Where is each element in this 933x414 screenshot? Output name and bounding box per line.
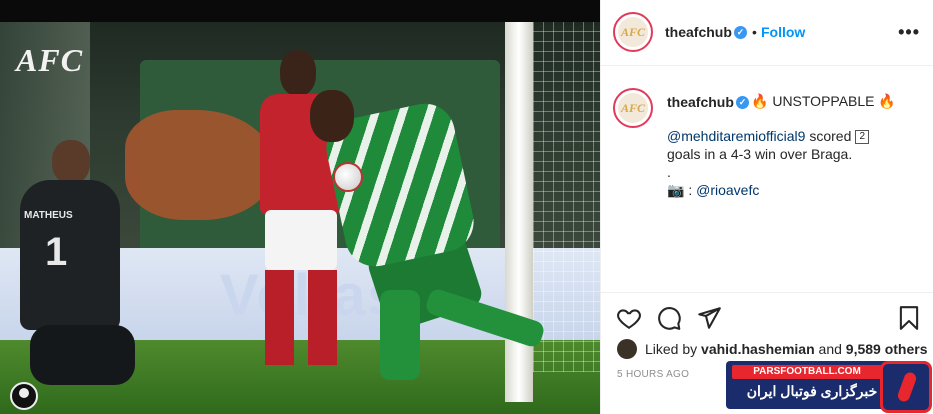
action-bar [601,292,933,340]
caption-username[interactable]: theafchub [667,94,734,110]
football-icon [333,162,363,192]
watermark-site: PARSFOOTBALL.COM [732,365,882,379]
tagged-user-icon[interactable] [10,382,38,410]
verified-badge-icon: ✓ [736,96,749,109]
caption-avatar-logo: AFC [618,93,648,123]
photo-top-bar [0,0,600,22]
caption-line-1: @mehditaremiofficial9 scored 2 [667,127,922,145]
goalkeeper-figure: MATHEUS 1 [10,140,140,390]
fire-icon: 🔥 [878,93,896,109]
liker-username[interactable]: vahid.hashemian [701,341,815,357]
goalkeeper-number: 1 [45,230,68,274]
post-sidebar: AFC theafchub ✓ • Follow ••• AFC theafch… [600,0,933,414]
caption-avatar[interactable]: AFC [613,88,653,128]
afc-logo: AFC [16,42,84,78]
post-timestamp[interactable]: 5 HOURS AGO [617,369,689,380]
separator-dot: • [752,24,757,40]
caption-line-4: 📷 : @rioavefc [667,181,922,199]
share-icon[interactable] [696,305,722,331]
photo-credit-prefix: : [688,182,693,198]
post-header: AFC theafchub ✓ • Follow ••• [601,0,933,66]
watermark-box: PARSFOOTBALL.COM خبرگزاری فوتبال ایران [726,361,902,409]
camera-icon: 📷 [667,182,685,198]
header-username[interactable]: theafchub [665,24,732,40]
post-photo[interactable]: Voltas MATHEUS 1 AFC [0,0,600,414]
caption-line-3: . [667,164,671,180]
photo-credit-link[interactable]: @rioavefc [696,182,759,198]
likes-prefix: Liked by [645,341,698,357]
comment-icon[interactable] [656,305,682,331]
likes-count-link[interactable]: 9,589 others [846,341,928,357]
verified-badge-icon: ✓ [734,26,747,39]
avatar-logo: AFC [618,17,648,47]
liker-avatar[interactable] [617,339,637,359]
watermark-tagline: خبرگزاری فوتبال ایران [746,383,878,399]
wall-mural [125,110,275,220]
goalkeeper-body [20,180,120,330]
rio-player-head [310,90,354,142]
goals-count-badge: 2 [855,130,870,145]
rio-ave-player-figure [305,90,547,390]
parsfootball-watermark: PARSFOOTBALL.COM خبرگزاری فوتبال ایران [726,361,933,414]
mention-link[interactable]: @mehditaremiofficial9 [667,128,805,144]
goalkeeper-head [52,140,90,184]
caption-text: @mehditaremiofficial9 scored 2 goals in … [667,127,922,199]
avatar[interactable]: AFC [613,12,653,52]
bookmark-icon[interactable] [896,305,922,331]
goalkeeper-name: MATHEUS [24,210,73,221]
caption-word: scored [809,128,852,144]
caption-line-2: goals in a 4-3 win over Braga. [667,146,853,162]
watermark-emblem-icon [880,361,932,413]
fire-icon: 🔥 [751,93,769,109]
likes-summary: Liked by vahid.hashemian and 9,589 other… [617,338,928,360]
rio-player-leg [380,290,420,380]
headline-text: UNSTOPPABLE [772,93,875,109]
caption-headline: 🔥 UNSTOPPABLE 🔥 [751,93,896,110]
goal-net [533,22,600,372]
follow-button[interactable]: Follow [761,24,805,40]
heart-icon[interactable] [616,305,642,331]
more-options-button[interactable]: ••• [898,22,920,43]
likes-conj: and [818,341,842,357]
goalkeeper-legs [30,325,135,385]
